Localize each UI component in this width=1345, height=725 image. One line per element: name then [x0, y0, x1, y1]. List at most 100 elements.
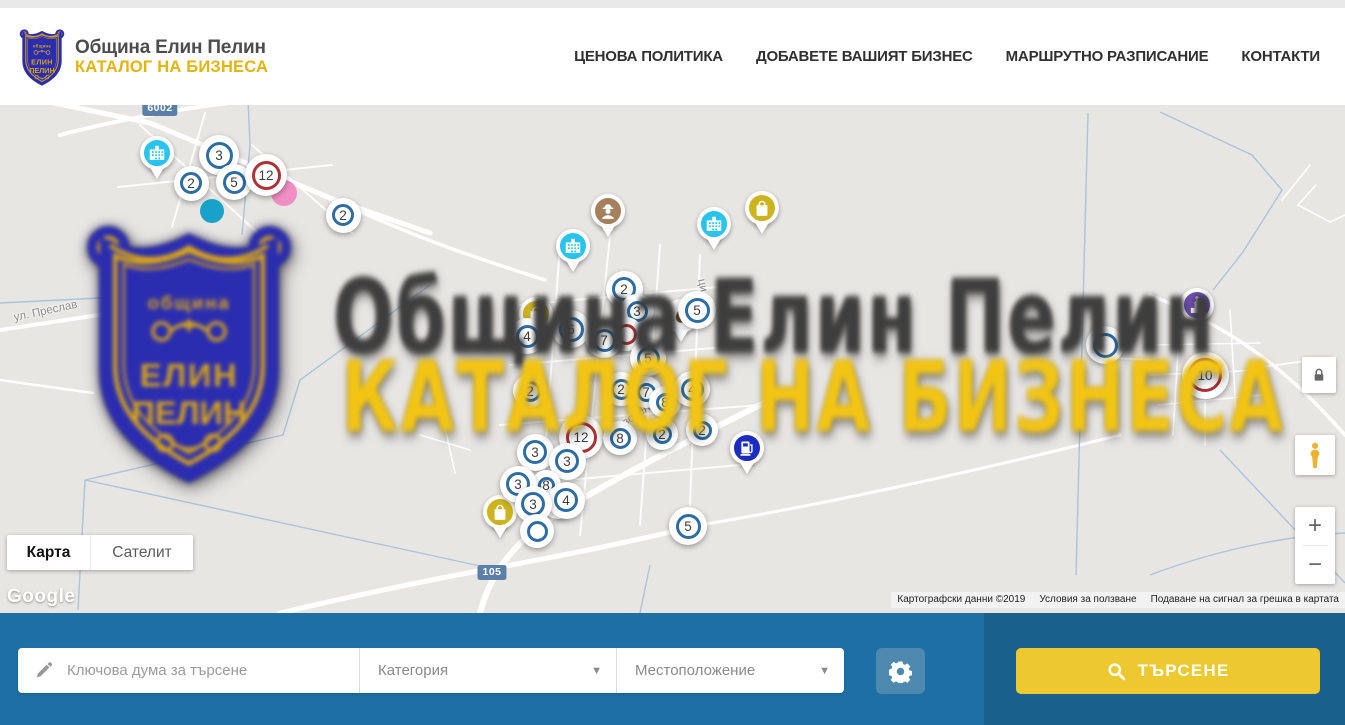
- map-pin-building[interactable]: [693, 207, 735, 250]
- chevron-down-icon: ▼: [591, 665, 602, 677]
- nav-item-add-business[interactable]: ДОБАВЕТЕ ВАШИЯТ БИЗНЕС: [756, 48, 973, 65]
- cluster-count: 3: [521, 492, 545, 516]
- search-button-label: ТЪРСЕНЕ: [1138, 661, 1230, 681]
- building-icon: [556, 229, 590, 263]
- nav-item-pricing-policy[interactable]: ЦЕНОВА ПОЛИТИКА: [574, 48, 723, 65]
- street-view-pegman-button[interactable]: [1295, 435, 1335, 475]
- map-cluster-marker[interactable]: 2: [326, 198, 361, 233]
- map-type-satellite-button[interactable]: Сателит: [90, 535, 193, 570]
- cluster-count: [1093, 333, 1118, 358]
- cluster-count: 8: [656, 393, 675, 412]
- map-pin-fuel-pump[interactable]: [726, 431, 768, 474]
- search-bar: Категория ▼ Местоположение ▼ ТЪРСЕНЕ: [0, 613, 1345, 725]
- fuel-pump-icon: [730, 431, 764, 465]
- map-cluster-marker[interactable]: 4: [674, 371, 710, 407]
- nav-item-route-schedule[interactable]: МАРШРУТНО РАЗПИСАНИЕ: [1006, 48, 1209, 65]
- hidden-marker-dot: [200, 199, 224, 223]
- map-cluster-marker[interactable]: 5: [630, 340, 666, 376]
- map-cluster-marker[interactable]: 2: [686, 414, 718, 446]
- pegman-icon: [1306, 442, 1324, 469]
- map-pin-church[interactable]: [1176, 288, 1218, 331]
- fullscreen-lock-button[interactable]: [1302, 357, 1336, 393]
- cluster-count: [527, 521, 548, 542]
- map-cluster-marker[interactable]: [1086, 326, 1124, 364]
- map-cluster-marker[interactable]: 6: [552, 310, 590, 348]
- terms-link[interactable]: Условия за ползване: [1039, 594, 1136, 605]
- map-cluster-marker[interactable]: 5: [678, 291, 716, 329]
- worker-icon: [591, 194, 625, 228]
- cluster-count: 12: [252, 161, 281, 190]
- map-pin-building[interactable]: [136, 136, 178, 179]
- map-cluster-marker[interactable]: 10: [1182, 352, 1229, 399]
- cluster-count: 2: [611, 379, 632, 400]
- cluster-count: 5: [637, 347, 660, 370]
- lock-icon: [1311, 367, 1327, 383]
- cluster-count: 2: [520, 381, 541, 402]
- pin-tail: [706, 237, 722, 250]
- keyword-search-input[interactable]: [65, 661, 359, 680]
- map-cluster-marker[interactable]: 2: [646, 418, 678, 450]
- map-canvas[interactable]: 6002105ул. Преславбул. „Новоселци 325122…: [0, 105, 1345, 613]
- gear-icon: [889, 660, 912, 683]
- map-cluster-marker[interactable]: 3: [517, 434, 554, 471]
- cluster-count: 3: [523, 440, 547, 464]
- cluster-count: 10: [1188, 358, 1222, 392]
- map-cluster-marker[interactable]: 4: [548, 482, 585, 519]
- header: община ЕЛИН ПЕЛИН Община Елин Пелин КАТА…: [0, 8, 1345, 105]
- cluster-count: 2: [180, 172, 202, 194]
- map-pin-building[interactable]: [552, 229, 594, 272]
- keyword-section: [18, 648, 359, 693]
- church-icon: [1180, 288, 1214, 322]
- map-cluster-marker[interactable]: 7: [586, 322, 622, 358]
- map-type-control: Карта Сателит: [7, 535, 193, 570]
- building-icon: [140, 136, 174, 170]
- brand-logo[interactable]: община ЕЛИН ПЕЛИН Община Елин Пелин КАТА…: [18, 26, 268, 88]
- report-error-link[interactable]: Подаване на сигнал за грешка в картата: [1151, 594, 1339, 605]
- map-pin-shopping-bag[interactable]: [741, 191, 783, 234]
- cluster-count: 2: [693, 421, 712, 440]
- cluster-count: 5: [676, 514, 701, 539]
- location-select[interactable]: Местоположение ▼: [616, 648, 844, 693]
- map-cluster-marker[interactable]: 2: [174, 166, 209, 201]
- pin-tail: [565, 259, 581, 272]
- cluster-count: 6: [559, 317, 584, 342]
- cluster-count: 5: [223, 171, 246, 194]
- cluster-count: 4: [554, 488, 578, 512]
- crest-text-line1: ЕЛИН: [31, 58, 53, 66]
- brand-subtitle: КАТАЛОГ НА БИЗНЕСА: [75, 58, 268, 76]
- search-button[interactable]: ТЪРСЕНЕ: [1016, 648, 1320, 694]
- crest-text-line2: ПЕЛИН: [29, 66, 54, 74]
- map-type-map-button[interactable]: Карта: [7, 535, 90, 570]
- zoom-out-button[interactable]: −: [1295, 546, 1335, 584]
- map-copyright: Картографски данни ©2019: [897, 594, 1025, 605]
- map-cluster-marker[interactable]: [520, 514, 554, 548]
- map-cluster-marker[interactable]: 2: [513, 374, 547, 408]
- pin-tail: [1189, 318, 1205, 331]
- nav-item-contacts[interactable]: КОНТАКТИ: [1241, 48, 1320, 65]
- zoom-control: + −: [1295, 507, 1335, 584]
- map-cluster-marker[interactable]: 12: [245, 154, 287, 196]
- crest-text-top: община: [33, 43, 52, 48]
- building-icon: [697, 207, 731, 241]
- cluster-count: 2: [653, 425, 672, 444]
- pin-tail: [754, 221, 770, 234]
- cluster-count: 5: [685, 298, 710, 323]
- pencil-icon: [34, 661, 53, 680]
- search-action-panel: ТЪРСЕНЕ: [984, 613, 1345, 725]
- map-cluster-marker[interactable]: 5: [669, 507, 707, 545]
- map-attribution: Картографски данни ©2019 Условия за полз…: [891, 592, 1345, 608]
- cluster-count: 8: [610, 428, 631, 449]
- pin-tail: [492, 525, 508, 538]
- pin-tail: [600, 224, 616, 237]
- cluster-count: 4: [681, 378, 704, 401]
- road-number-badge: 6002: [142, 105, 177, 116]
- shopping-bag-icon: [745, 191, 779, 225]
- map-cluster-marker[interactable]: 8: [603, 421, 637, 455]
- advanced-settings-button[interactable]: [876, 648, 925, 694]
- search-icon: [1107, 662, 1126, 681]
- category-select[interactable]: Категория ▼: [359, 648, 616, 693]
- zoom-in-button[interactable]: +: [1295, 507, 1335, 545]
- map-cluster-marker[interactable]: 4: [509, 318, 545, 354]
- cluster-count: 3: [555, 449, 579, 473]
- top-strip: [0, 0, 1345, 8]
